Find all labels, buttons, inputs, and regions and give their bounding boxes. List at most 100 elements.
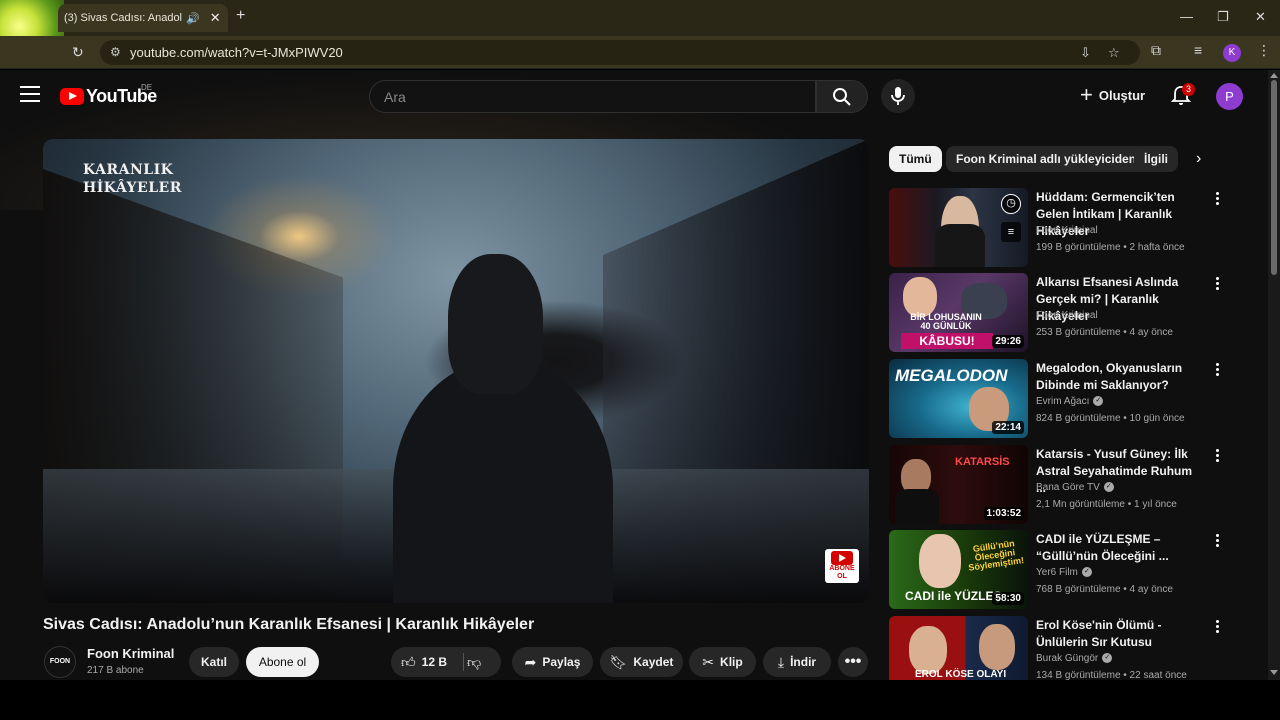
url-text[interactable]: youtube.com/watch?v=t-JMxPIWV20: [130, 45, 343, 60]
thumb-caption: MEGALODON: [895, 366, 1008, 385]
add-to-queue-icon[interactable]: ≡: [1001, 222, 1021, 242]
chip-all[interactable]: Tümü: [889, 146, 942, 172]
verified-icon: ✓: [1093, 396, 1104, 407]
subscribe-watermark[interactable]: ABONE OL: [825, 549, 859, 583]
voice-search-button[interactable]: [881, 79, 915, 113]
download-label: İndir: [790, 655, 817, 669]
new-tab-icon[interactable]: +: [236, 7, 245, 25]
video-player[interactable]: KARANLIK HİKÂYELER ABONE OL: [43, 139, 869, 603]
watch-later-icon[interactable]: ◷: [1001, 194, 1021, 214]
rec-channel-name[interactable]: Bana Göre TV: [1036, 482, 1100, 493]
omnibox[interactable]: ⚙ youtube.com/watch?v=t-JMxPIWV20 ⇩ ☆: [100, 40, 1140, 65]
rec-channel[interactable]: Yer6 Film ✓: [1036, 567, 1092, 578]
rec-title[interactable]: CADI ile YÜZLEŞME – “Güllü’nün Öleceğini…: [1036, 531, 1204, 565]
subscriber-count: 217 B abone: [87, 665, 144, 676]
page-scrollbar[interactable]: [1268, 70, 1280, 680]
like-icon[interactable]: 👍︎: [401, 654, 416, 671]
join-button[interactable]: Katıl: [189, 647, 239, 677]
verified-icon: ✓: [1103, 482, 1114, 493]
list-item[interactable]: MEGALODON 22:14 Megalodon, Okyanusların …: [889, 359, 1259, 439]
site-info-icon[interactable]: ⚙: [110, 45, 121, 59]
tab-close-icon[interactable]: ✕: [210, 10, 221, 26]
account-avatar[interactable]: P: [1216, 83, 1243, 110]
rec-meta: 768 B görüntüleme • 4 ay önce: [1036, 584, 1173, 595]
more-horizontal-icon: •••: [844, 653, 862, 670]
media-control-icon[interactable]: ≡: [1194, 42, 1202, 58]
list-item[interactable]: EROL KÖSE OLAYI Erol Köse'nin Ölümü - Ün…: [889, 616, 1259, 680]
rec-channel[interactable]: Bana Göre TV ✓: [1036, 482, 1114, 493]
maximize-icon[interactable]: ❐: [1217, 9, 1229, 25]
minimize-icon[interactable]: —: [1180, 9, 1193, 24]
rec-channel[interactable]: Foon Kriminal: [1036, 310, 1098, 321]
watermark-line-1: ABONE: [829, 565, 855, 572]
reload-icon[interactable]: ↻: [72, 44, 84, 61]
thumb-caption-highlight: KÂBUSU!: [901, 333, 993, 349]
more-vertical-icon[interactable]: [1213, 363, 1221, 379]
rec-meta: 134 B görüntüleme • 22 saat önce: [1036, 670, 1187, 680]
chip-related[interactable]: İlgili: [1134, 146, 1178, 172]
save-button[interactable]: 🔖︎ Kaydet: [600, 647, 683, 677]
download-icon: ⤓: [777, 653, 785, 670]
extensions-icon[interactable]: ⧉: [1151, 42, 1161, 59]
share-icon: ➦: [524, 653, 537, 670]
scroll-up-arrow[interactable]: [1270, 73, 1278, 78]
thumb-caption: Güllü’nün Öleceğini Söylemiştim!: [967, 538, 1025, 573]
browser-menu-icon[interactable]: ⋮: [1257, 42, 1271, 59]
subscribe-button[interactable]: Abone ol: [246, 647, 319, 677]
browser-tab-strip: (3) Sivas Cadısı: Anadolu'nun 🔊 ✕ + — ❐ …: [0, 0, 1280, 66]
duration-badge: 58:30: [992, 592, 1024, 605]
browser-profile-avatar[interactable]: K: [1223, 44, 1241, 62]
search-button[interactable]: [816, 80, 868, 113]
region-code: DE: [141, 83, 153, 92]
duration-badge: 22:14: [992, 421, 1024, 434]
rec-channel-name[interactable]: Burak Güngör: [1036, 653, 1098, 664]
video-thumbnail[interactable]: Güllü’nün Öleceğini Söylemiştim! CADI ile …: [889, 530, 1028, 609]
rec-channel[interactable]: Burak Güngör ✓: [1036, 653, 1113, 664]
video-thumbnail[interactable]: EROL KÖSE OLAYI: [889, 616, 1028, 680]
more-vertical-icon[interactable]: [1213, 449, 1221, 465]
search-input[interactable]: Ara: [369, 80, 816, 113]
video-thumbnail[interactable]: BİR LOHUSANIN 40 GÜNLÜK KÂBUSU! 29:26: [889, 273, 1028, 352]
guide-menu-icon[interactable]: [20, 86, 40, 102]
video-thumbnail[interactable]: ◷ ≡: [889, 188, 1028, 267]
more-actions-button[interactable]: •••: [838, 647, 868, 677]
more-vertical-icon[interactable]: [1213, 277, 1221, 293]
create-button[interactable]: + Oluştur: [1080, 84, 1145, 106]
browser-tab[interactable]: (3) Sivas Cadısı: Anadolu'nun 🔊 ✕: [58, 4, 228, 32]
channel-avatar[interactable]: FOON: [44, 646, 76, 678]
rec-channel[interactable]: Evrim Ağacı ✓: [1036, 396, 1104, 407]
thumb-caption-bottom: CADI ile YÜZLEŞ: [905, 589, 1002, 603]
list-item[interactable]: KATARSİS 1:03:52 Katarsis - Yusuf Güney:…: [889, 445, 1259, 525]
rec-title[interactable]: Erol Köse'nin Ölümü - Ünlülerin Sır Kutu…: [1036, 617, 1204, 651]
dislike-icon[interactable]: 👎︎: [467, 654, 481, 671]
download-button[interactable]: ⤓ İndir: [763, 647, 831, 677]
rec-channel-name[interactable]: Evrim Ağacı: [1036, 396, 1089, 407]
more-vertical-icon[interactable]: [1213, 620, 1221, 636]
scrollbar-thumb[interactable]: [1271, 80, 1277, 275]
more-vertical-icon[interactable]: [1213, 192, 1221, 208]
chevron-right-icon[interactable]: ›: [1196, 150, 1201, 168]
rec-channel-name[interactable]: Yer6 Film: [1036, 567, 1078, 578]
search-icon: [833, 87, 851, 106]
bookmark-star-icon[interactable]: ☆: [1108, 45, 1120, 61]
scroll-down-arrow[interactable]: [1270, 670, 1278, 675]
list-item[interactable]: BİR LOHUSANIN 40 GÜNLÜK KÂBUSU! 29:26 Alk…: [889, 273, 1259, 353]
channel-name[interactable]: Foon Kriminal: [87, 646, 174, 661]
audio-icon[interactable]: 🔊: [186, 12, 200, 25]
more-vertical-icon[interactable]: [1213, 534, 1221, 550]
youtube-page: YouTube DE Ara + Oluştur 3 P KARANLIK Hİ…: [0, 70, 1280, 680]
rec-channel[interactable]: Foon Kriminal: [1036, 225, 1098, 236]
list-item[interactable]: ◷ ≡ Hüddam: Germencik’ten Gelen İntikam …: [889, 188, 1259, 268]
window-close-icon[interactable]: ✕: [1255, 9, 1266, 25]
video-thumbnail[interactable]: KATARSİS 1:03:52: [889, 445, 1028, 524]
install-app-icon[interactable]: ⇩: [1080, 45, 1091, 61]
masthead: YouTube DE Ara + Oluştur 3 P: [0, 70, 1268, 122]
rec-title[interactable]: Megalodon, Okyanusların Dibinde mi Sakla…: [1036, 360, 1204, 394]
clip-button[interactable]: ✂ Klip: [689, 647, 756, 677]
chip-from-uploader[interactable]: Foon Kriminal adlı yükleyiciden: [946, 146, 1147, 172]
like-count[interactable]: 12 B: [422, 655, 447, 669]
screen-bottom-edge: [0, 680, 1280, 720]
list-item[interactable]: Güllü’nün Öleceğini Söylemiştim! CADI ile …: [889, 530, 1259, 610]
share-button[interactable]: ➦ Paylaş: [512, 647, 593, 677]
video-thumbnail[interactable]: MEGALODON 22:14: [889, 359, 1028, 438]
